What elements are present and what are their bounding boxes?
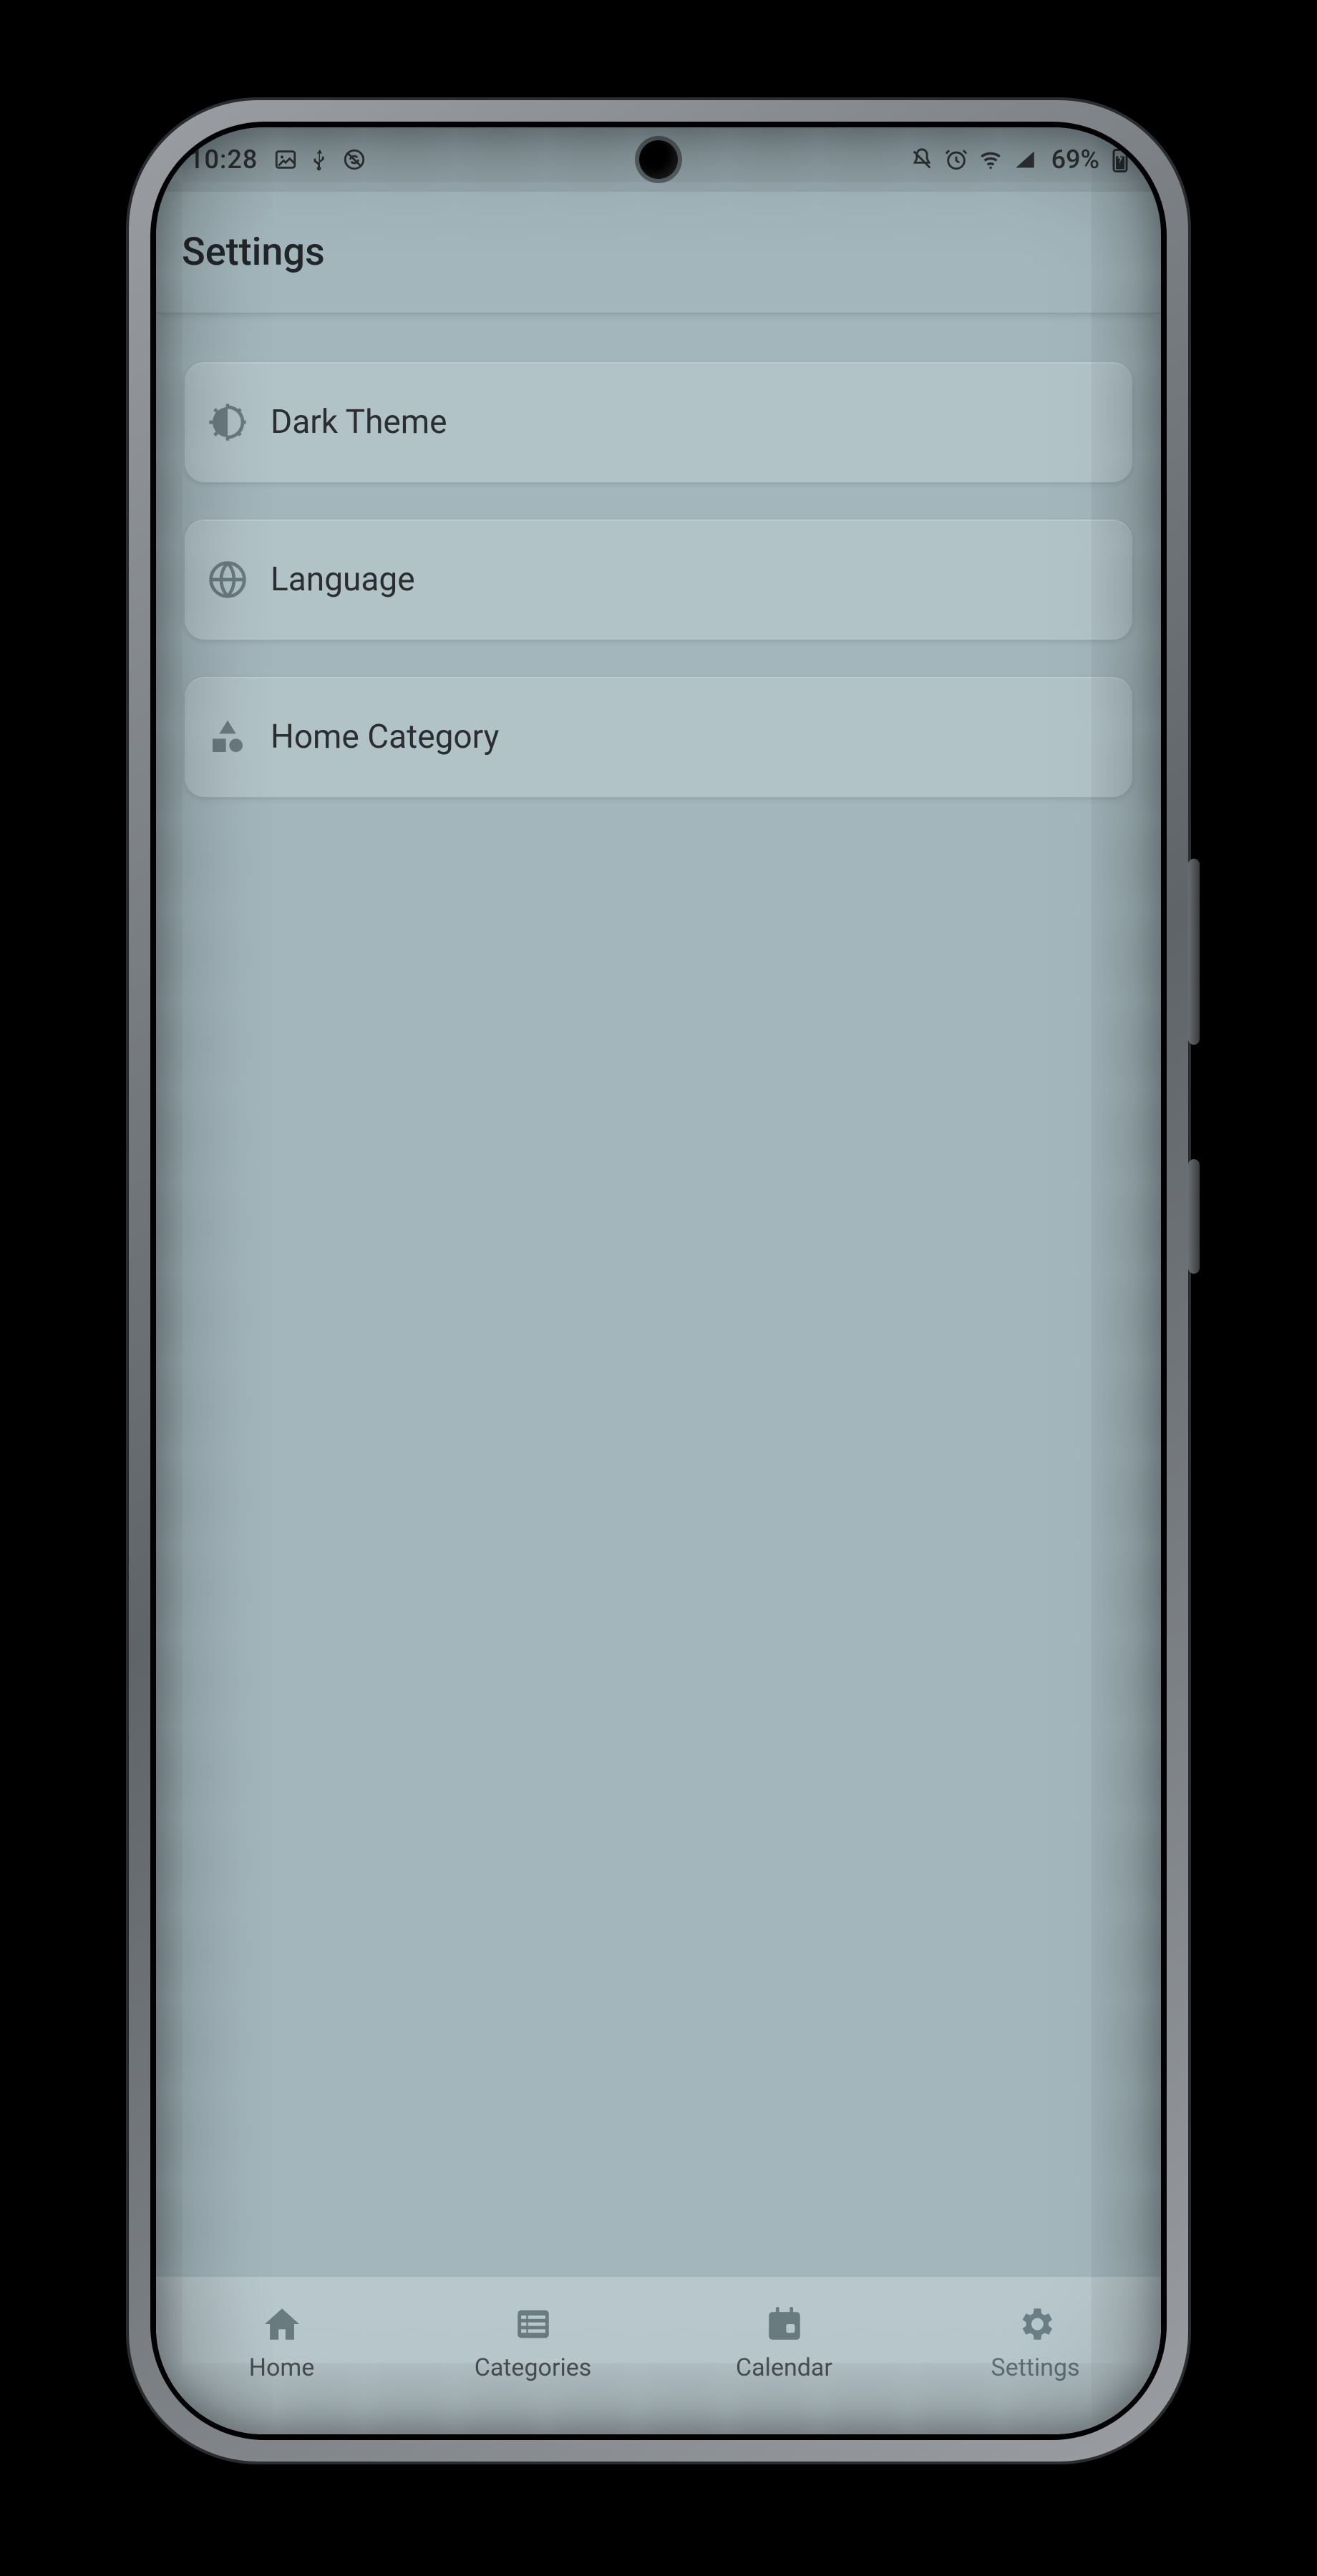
nav-label: Calendar (736, 2353, 832, 2382)
mute-icon (910, 147, 934, 172)
phone-side-button (1188, 859, 1200, 1045)
sync-off-icon (342, 147, 366, 172)
phone-frame: 10:28 (129, 100, 1188, 2462)
bottom-nav: Home Categories (156, 2277, 1161, 2434)
list-icon (512, 2303, 554, 2348)
nav-label: Settings (991, 2353, 1079, 2382)
calendar-icon (764, 2303, 805, 2348)
phone-bezel: 10:28 (150, 122, 1167, 2440)
dark-theme-icon (206, 401, 249, 444)
status-battery-percent: 69% (1051, 145, 1099, 175)
gear-icon (1015, 2303, 1056, 2348)
image-icon (273, 147, 298, 172)
setting-label: Home Category (271, 718, 499, 756)
signal-icon (1013, 147, 1037, 172)
page-title: Settings (182, 230, 325, 275)
nav-calendar[interactable]: Calendar (658, 2277, 910, 2409)
home-icon (261, 2303, 303, 2348)
nav-categories[interactable]: Categories (407, 2277, 658, 2409)
shapes-icon (206, 716, 249, 758)
phone-side-button (1188, 1159, 1200, 1274)
setting-dark-theme[interactable]: Dark Theme (185, 362, 1132, 482)
phone-camera-hole (639, 140, 678, 179)
status-time: 10:28 (189, 145, 258, 175)
alarm-icon (944, 147, 968, 172)
usb-icon (308, 147, 332, 172)
setting-language[interactable]: Language (185, 519, 1132, 640)
globe-icon (206, 558, 249, 601)
nav-settings[interactable]: Settings (910, 2277, 1161, 2409)
app-bar: Settings (156, 192, 1161, 313)
phone-screen: 10:28 (156, 127, 1161, 2434)
status-bar-left: 10:28 (189, 145, 366, 175)
setting-label: Dark Theme (271, 403, 447, 441)
settings-list: Dark Theme Language (156, 313, 1161, 797)
status-bar-right: 69% (910, 145, 1128, 175)
setting-label: Language (271, 560, 415, 599)
nav-label: Home (249, 2353, 315, 2382)
battery-icon (1112, 147, 1128, 172)
setting-home-category[interactable]: Home Category (185, 677, 1132, 797)
nav-home[interactable]: Home (156, 2277, 407, 2409)
nav-label: Categories (475, 2353, 592, 2382)
wifi-icon (978, 147, 1003, 172)
